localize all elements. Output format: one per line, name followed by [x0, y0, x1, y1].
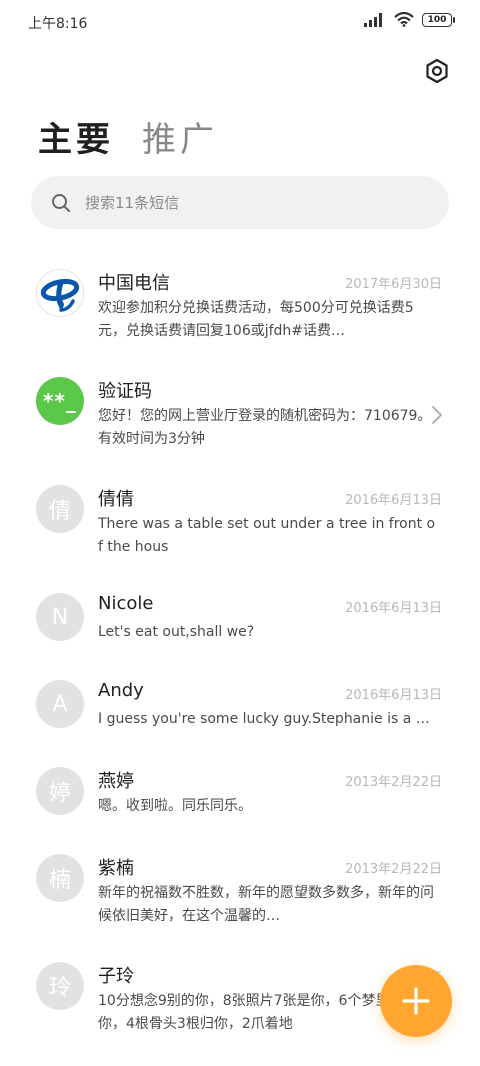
- tab-bar: 主要 推广: [38, 112, 218, 161]
- avatar: 倩: [36, 485, 84, 533]
- avatar: [36, 269, 84, 317]
- avatar: 婷: [36, 767, 84, 815]
- message-date: 2013年2月22日: [345, 775, 442, 790]
- message-item-zinan[interactable]: 楠 紫楠 2013年2月22日 新年的祝福数不胜数，新年的愿望数多数多，新年的问…: [0, 833, 480, 941]
- message-date: 2016年6月13日: [345, 688, 442, 703]
- message-list: 中国电信 2017年6月30日 欢迎参加积分兑换话费活动，每500分可兑换话费5…: [0, 248, 480, 1049]
- message-preview: Let's eat out,shall we?: [98, 624, 255, 640]
- avatar: N: [36, 593, 84, 641]
- message-date: 2016年6月13日: [345, 493, 442, 508]
- avatar: **_: [36, 377, 84, 425]
- message-preview: 嗯。收到啦。同乐同乐。: [98, 798, 252, 814]
- sender-name: 燕婷: [98, 771, 134, 792]
- sender-name: 中国电信: [98, 273, 170, 294]
- battery-icon: 100: [422, 12, 455, 27]
- message-preview: I guess you're some lucky guy.Stephanie …: [98, 711, 436, 727]
- message-date: 2013年2月22日: [345, 862, 442, 877]
- message-item-nicole[interactable]: N Nicole 2016年6月13日 Let's eat out,shall …: [0, 572, 480, 659]
- sender-name: Nicole: [98, 593, 154, 614]
- chevron-right-icon: [432, 406, 442, 424]
- sender-name: 子玲: [98, 966, 134, 987]
- message-preview: 欢迎参加积分兑换话费活动，每500分可兑换话费5元，兑换话费请回复106或jfd…: [98, 300, 414, 339]
- new-message-button[interactable]: [380, 965, 452, 1037]
- plus-icon: [402, 987, 430, 1015]
- search-icon: [52, 193, 70, 212]
- sender-name: 紫楠: [98, 858, 134, 879]
- search-bar[interactable]: [31, 176, 449, 229]
- message-preview: 您好！您的网上营业厅登录的随机密码为：710679。有效时间为3分钟: [98, 408, 432, 447]
- sender-name: Andy: [98, 680, 144, 701]
- message-preview: There was a table set out under a tree i…: [98, 516, 436, 555]
- message-item-qianqian[interactable]: 倩 倩倩 2016年6月13日 There was a table set ou…: [0, 464, 480, 572]
- message-date: 2016年6月13日: [345, 601, 442, 616]
- avatar: A: [36, 680, 84, 728]
- message-item-verification[interactable]: **_ 验证码 您好！您的网上营业厅登录的随机密码为：710679。有效时间为3…: [0, 356, 480, 464]
- tab-main[interactable]: 主要: [38, 112, 114, 161]
- settings-icon: [426, 58, 448, 84]
- signal-icon: [364, 12, 382, 27]
- message-item-yanting[interactable]: 婷 燕婷 2013年2月22日 嗯。收到啦。同乐同乐。: [0, 746, 480, 833]
- battery-level: 100: [427, 14, 447, 25]
- status-icons: 100: [364, 12, 455, 27]
- avatar: 楠: [36, 854, 84, 902]
- wifi-icon: [394, 12, 414, 27]
- message-date: 2017年6月30日: [345, 277, 442, 292]
- search-input[interactable]: [85, 176, 449, 229]
- settings-button[interactable]: [422, 56, 452, 86]
- sender-name: 倩倩: [98, 489, 134, 510]
- status-bar: 上午8:16 100: [0, 0, 480, 44]
- message-preview: 新年的祝福数不胜数，新年的愿望数多数多，新年的问候依旧美好，在这个温馨的…: [98, 885, 434, 924]
- sender-name: 验证码: [98, 381, 152, 402]
- avatar: 玲: [36, 962, 84, 1010]
- tab-promotion[interactable]: 推广: [142, 112, 218, 161]
- message-item-andy[interactable]: A Andy 2016年6月13日 I guess you're some lu…: [0, 659, 480, 746]
- message-item-telecom[interactable]: 中国电信 2017年6月30日 欢迎参加积分兑换话费活动，每500分可兑换话费5…: [0, 248, 480, 356]
- telecom-logo-icon: [40, 278, 80, 312]
- status-time: 上午8:16: [28, 16, 88, 32]
